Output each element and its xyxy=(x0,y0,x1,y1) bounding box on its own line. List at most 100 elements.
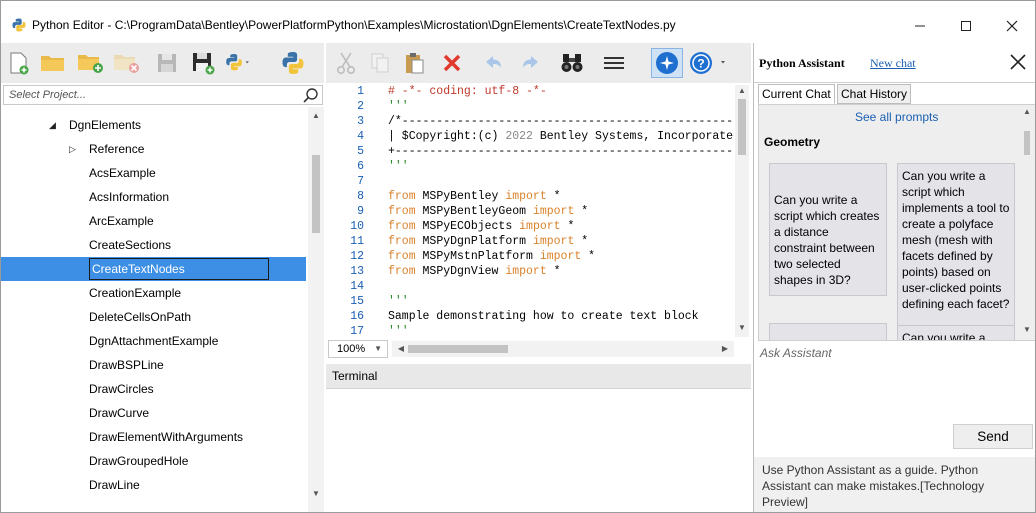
python-assistant-toggle[interactable] xyxy=(651,48,683,78)
editor-vertical-scrollbar[interactable]: ▲ ▼ xyxy=(735,85,749,337)
see-all-prompts-link[interactable]: See all prompts xyxy=(855,110,938,124)
tree-item[interactable]: ArcExample xyxy=(1,209,306,233)
python-assistant-pane: Python Assistant New chat Current Chat C… xyxy=(753,43,1035,512)
line-number: 13 xyxy=(350,265,364,278)
project-search-input[interactable] xyxy=(4,86,294,104)
tab-current-chat[interactable]: Current Chat xyxy=(758,84,835,104)
search-icon[interactable] xyxy=(302,87,320,103)
scrollbar-thumb[interactable] xyxy=(408,345,508,353)
close-window-button[interactable] xyxy=(989,13,1035,39)
ask-assistant-input[interactable]: Ask Assistant xyxy=(760,346,832,360)
collapsed-arrow-icon[interactable]: ▷ xyxy=(69,137,76,161)
tab-chat-history[interactable]: Chat History xyxy=(837,84,912,104)
code-editor[interactable]: # -*- coding: utf-8 -*- ''' /*----------… xyxy=(388,83,734,381)
tree-item[interactable]: ◢ DgnElements xyxy=(1,113,306,137)
tree-item-label: DrawElementWithArguments xyxy=(89,430,244,444)
tree-item[interactable]: DrawBSPLine xyxy=(1,353,306,377)
python-button[interactable] xyxy=(279,50,307,76)
module-name: MSPyBentley xyxy=(415,190,506,203)
binoculars-icon xyxy=(561,54,583,72)
terminal-output[interactable] xyxy=(326,388,751,512)
scroll-left-icon[interactable]: ◀ xyxy=(394,344,408,353)
new-file-icon xyxy=(10,52,29,75)
redo-button[interactable] xyxy=(516,50,544,76)
tree-scrollbar[interactable]: ▲ ▼ xyxy=(308,107,324,512)
tree-item[interactable]: DgnAttachmentExample xyxy=(1,329,306,353)
line-number: 17 xyxy=(350,325,364,338)
delete-button[interactable] xyxy=(438,50,466,76)
line-number-gutter: 1 2 3 4 5 6 7 8 9 10 11 12 13 14 15 16 17 xyxy=(326,83,372,381)
project-search-box xyxy=(3,85,323,105)
line-number: 12 xyxy=(350,250,364,263)
tree-item[interactable]: DrawGroupedHole xyxy=(1,449,306,473)
tree-item[interactable]: CreationExample xyxy=(1,281,306,305)
scroll-down-icon[interactable]: ▼ xyxy=(309,489,323,498)
code-line-8: from MSPyBentley import * xyxy=(388,189,561,204)
folder-icon xyxy=(41,56,64,71)
help-dropdown[interactable]: ? xyxy=(686,50,730,76)
tree-item[interactable]: CreateTextNodes xyxy=(1,257,306,281)
scroll-up-icon[interactable]: ▲ xyxy=(735,86,749,95)
prompt-card[interactable]: Can you write a script which implements … xyxy=(897,163,1015,340)
save-all-button[interactable] xyxy=(189,50,217,76)
python-run-dropdown[interactable] xyxy=(225,50,253,76)
save-button[interactable] xyxy=(153,50,181,76)
keyword-import: import xyxy=(532,235,575,248)
save-icon xyxy=(158,54,176,72)
new-folder-button[interactable] xyxy=(77,50,105,76)
prompt-card[interactable] xyxy=(769,323,887,340)
keyword-from: from xyxy=(388,205,416,218)
tree-item[interactable]: ▷ Reference xyxy=(1,137,306,161)
minimize-button[interactable] xyxy=(897,13,943,39)
prompt-card[interactable]: Can you write a script which creates a d… xyxy=(769,163,887,296)
tree-item[interactable]: DrawElementWithArguments xyxy=(1,425,306,449)
expanded-arrow-icon[interactable]: ◢ xyxy=(49,113,56,137)
paste-button[interactable] xyxy=(400,50,428,76)
open-folder-button[interactable] xyxy=(39,50,67,76)
editor-horizontal-scrollbar[interactable]: ◀ ▶ xyxy=(392,341,734,357)
tree-item[interactable]: CreateSections xyxy=(1,233,306,257)
tree-item[interactable]: AcsInformation xyxy=(1,185,306,209)
scrollbar-thumb[interactable] xyxy=(1024,131,1030,155)
remove-folder-button[interactable] xyxy=(113,50,141,76)
find-button[interactable] xyxy=(558,50,586,76)
menu-button[interactable] xyxy=(600,50,628,76)
tree-item[interactable]: DrawCurve xyxy=(1,401,306,425)
module-name: MSPyDgnView xyxy=(415,265,506,278)
tree-item[interactable]: DrawLine xyxy=(1,473,306,497)
maximize-button[interactable] xyxy=(943,13,989,39)
scroll-right-icon[interactable]: ▶ xyxy=(718,344,732,353)
tree-item[interactable]: AcsExample xyxy=(1,161,306,185)
new-chat-link[interactable]: New chat xyxy=(870,56,916,71)
editor-pane: ? 1 2 3 4 5 6 7 8 9 10 11 12 13 14 15 16 17 # -*- coding… xyxy=(326,43,751,512)
close-assistant-button[interactable] xyxy=(1004,48,1032,76)
scrollbar-thumb[interactable] xyxy=(738,99,746,155)
import-star: * xyxy=(581,250,596,263)
help-icon: ? xyxy=(690,52,725,74)
assistant-disclaimer: Use Python Assistant as a guide. Python … xyxy=(754,457,1035,512)
python-logo-icon xyxy=(282,52,304,74)
cut-button[interactable] xyxy=(332,50,360,76)
tree-item[interactable]: DeleteCellsOnPath xyxy=(1,305,306,329)
scroll-up-icon[interactable]: ▲ xyxy=(1020,107,1034,116)
keyword-import: import xyxy=(505,190,547,203)
undo-button[interactable] xyxy=(480,50,508,76)
tree-item[interactable]: DrawCircles xyxy=(1,377,306,401)
paste-icon xyxy=(406,53,424,74)
prompts-scrollbar[interactable]: ▲ ▼ xyxy=(1021,107,1033,339)
tree-item-label: ArcExample xyxy=(89,214,154,228)
tree-item-label: AcsInformation xyxy=(89,190,170,204)
scroll-down-icon[interactable]: ▼ xyxy=(735,323,749,332)
line-number: 1 xyxy=(357,85,364,98)
copyright-year: 2022 xyxy=(505,130,533,143)
zoom-select[interactable]: 100% ▼ xyxy=(328,340,388,358)
scroll-up-icon[interactable]: ▲ xyxy=(309,111,323,120)
new-file-button[interactable] xyxy=(5,50,33,76)
tree-item-label: CreationExample xyxy=(89,286,182,300)
scrollbar-thumb[interactable] xyxy=(312,155,320,233)
prompt-card[interactable]: Can you write a xyxy=(897,325,1015,340)
module-name: MSPyDgnPlatform xyxy=(415,235,533,248)
scroll-down-icon[interactable]: ▼ xyxy=(1020,325,1034,334)
copy-button[interactable] xyxy=(366,50,394,76)
send-button[interactable]: Send xyxy=(953,424,1033,449)
